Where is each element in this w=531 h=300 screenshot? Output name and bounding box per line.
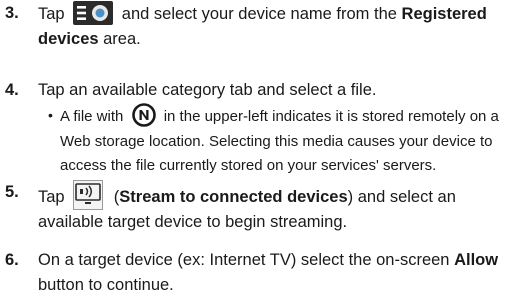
bullet-mark: • <box>48 107 53 123</box>
step-text-part: button to continue. <box>38 276 174 294</box>
stream-icon <box>73 180 104 210</box>
step-text: Tap an available category tab and select… <box>38 81 377 99</box>
step-number: 3. <box>5 4 19 22</box>
note-text-part: A file with <box>60 108 124 125</box>
step-text-part: Tap <box>38 5 65 23</box>
note-text: A file with in the upper-left indicates … <box>60 103 527 179</box>
step-number: 6. <box>5 251 19 269</box>
step-text: On a target device (ex: Internet TV) sel… <box>38 248 525 298</box>
stream-button-label: Stream to connected devices <box>119 188 348 206</box>
step-text: Tap (Stream to connected devices) and se… <box>38 180 525 235</box>
step-text-part: area. <box>98 30 141 48</box>
step-text: Tap and select your device name from the… <box>38 1 525 52</box>
menu-toggle-icon <box>73 1 114 25</box>
step-text-part: ( <box>109 188 120 206</box>
step-text-part: and select your device name from the <box>121 5 402 23</box>
manual-page: 3. Tap and select your device name from … <box>0 0 531 300</box>
n-circle-icon <box>131 103 157 127</box>
step-text-part: Tap <box>38 188 65 206</box>
allow-button-label: Allow <box>454 251 499 269</box>
step-number: 5. <box>5 183 19 201</box>
step-number: 4. <box>5 81 19 99</box>
note-text-part: in the upper-left indicates it is stored… <box>60 108 499 174</box>
step-text-part: On a target device (ex: Internet TV) sel… <box>38 251 455 269</box>
